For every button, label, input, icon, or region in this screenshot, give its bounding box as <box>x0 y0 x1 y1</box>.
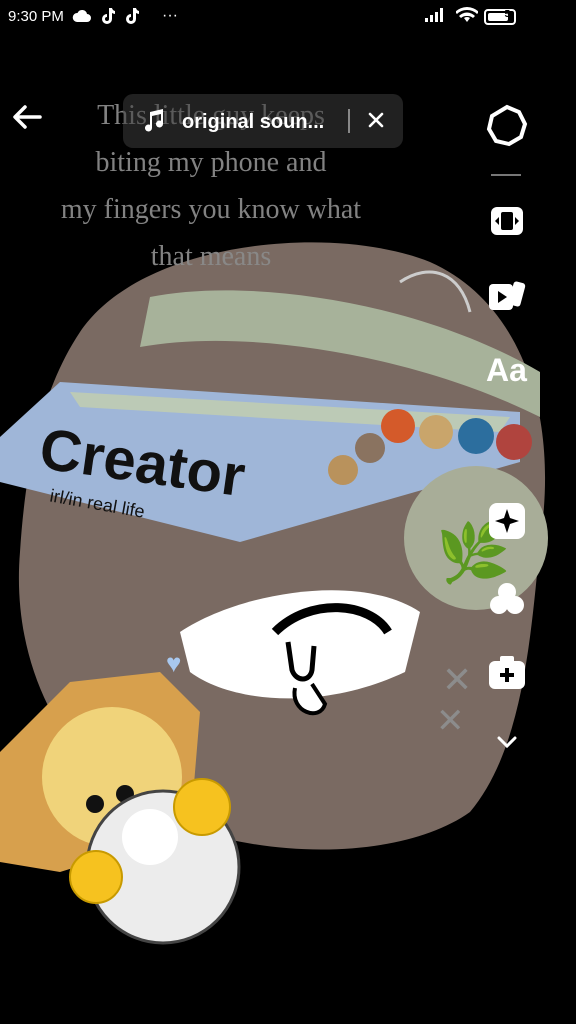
flip-icon[interactable] <box>485 199 529 243</box>
settings-icon[interactable] <box>485 104 529 148</box>
signal-icon <box>425 8 443 22</box>
filters-icon[interactable] <box>485 578 529 622</box>
caption-line: my fingers you know what <box>60 194 362 225</box>
sound-divider <box>348 109 350 133</box>
tool-divider <box>491 174 521 176</box>
caption-line: that means <box>150 241 272 272</box>
overflow-dots: ··· <box>162 7 178 24</box>
wifi-icon <box>456 7 478 22</box>
planet-sticker <box>381 409 415 443</box>
battery-icon <box>484 9 516 25</box>
chevron-down-icon[interactable] <box>491 730 523 754</box>
x-marks: ✕ <box>436 702 465 740</box>
cat-eye <box>86 795 104 813</box>
heart-sticker: ♥ <box>166 648 181 678</box>
back-arrow-icon[interactable] <box>10 100 44 134</box>
add-media-icon[interactable] <box>485 651 529 695</box>
paw <box>173 778 231 836</box>
close-icon[interactable] <box>364 108 388 132</box>
battery-level: 5 <box>504 9 510 20</box>
sound-label[interactable]: original soun... <box>182 111 324 134</box>
effects-icon[interactable] <box>485 499 529 543</box>
planet-sticker <box>419 415 453 449</box>
cloud-icon <box>72 9 91 22</box>
status-left-icons: ··· <box>72 7 178 25</box>
planet-sticker <box>496 424 532 460</box>
planet-sticker <box>355 433 385 463</box>
music-note-icon <box>145 109 163 132</box>
tiktok-icon <box>126 8 139 24</box>
cards-icon[interactable] <box>485 274 529 318</box>
status-right-icons <box>424 7 478 23</box>
tiktok-icon <box>102 8 115 24</box>
planet-sticker <box>328 455 358 485</box>
pearl-highlight <box>122 809 178 865</box>
status-time: 9:30 PM <box>8 8 64 25</box>
planet-sticker <box>458 418 494 454</box>
status-bar: 9:30 PM ··· 5 <box>0 0 576 34</box>
paw <box>69 850 123 904</box>
x-marks: ✕ <box>442 659 472 700</box>
text-tool[interactable]: Aa <box>486 352 527 389</box>
